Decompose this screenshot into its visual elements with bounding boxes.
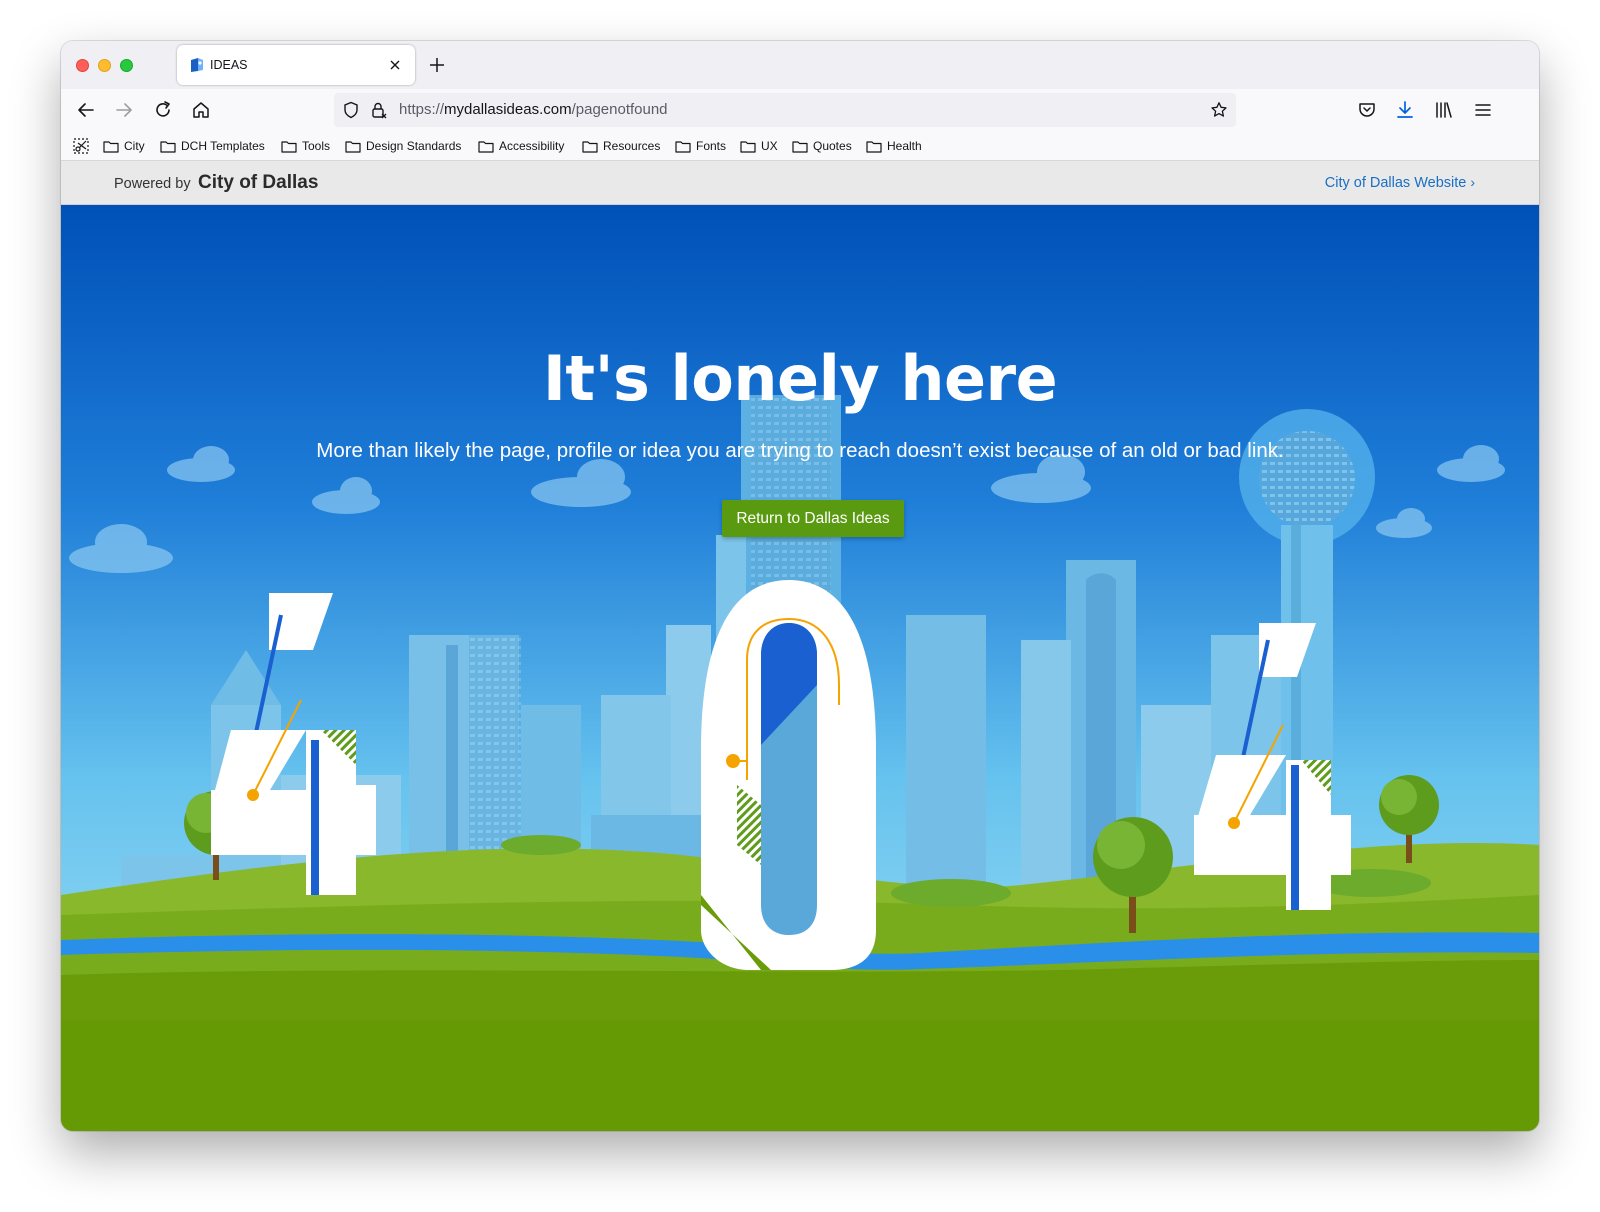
page-subtitle: More than likely the page, profile or id… <box>316 439 1284 462</box>
bookmark-label: Tools <box>302 139 331 153</box>
folder-icon <box>345 140 361 153</box>
bookmark-label: Accessibility <box>499 139 565 153</box>
bookmark-resources[interactable]: Resources <box>582 138 660 154</box>
folder-icon <box>160 140 176 153</box>
close-tab-icon[interactable] <box>385 55 405 75</box>
url-text[interactable]: https://mydallasideas.com/pagenotfound <box>399 101 668 118</box>
tab-active[interactable]: IDEAS <box>177 45 415 85</box>
powered-by: Powered by City of Dallas <box>114 172 318 194</box>
folder-icon <box>740 140 756 153</box>
bookmark-design-standards[interactable]: Design Standards <box>345 138 461 154</box>
new-tab-icon[interactable] <box>427 55 447 75</box>
folder-icon <box>792 140 808 153</box>
site-header: Powered by City of Dallas City of Dallas… <box>61 161 1539 205</box>
url-host: mydallasideas.com <box>444 101 572 118</box>
reload-icon[interactable] <box>152 99 174 121</box>
library-icon[interactable] <box>1433 99 1455 121</box>
folder-icon <box>281 140 297 153</box>
folder-icon <box>582 140 598 153</box>
chevron-right-icon: › <box>1470 174 1475 190</box>
bookmark-quotes[interactable]: Quotes <box>792 138 852 154</box>
tab-title: IDEAS <box>210 58 248 72</box>
minimize-window-button[interactable] <box>98 59 111 72</box>
folder-icon <box>866 140 882 153</box>
bookmark-ux[interactable]: UX <box>740 138 778 154</box>
powered-by-brand: City of Dallas <box>198 172 319 193</box>
ideas-favicon-icon <box>191 58 203 72</box>
tab-strip: IDEAS <box>61 41 1539 89</box>
navigation-toolbar: https://mydallasideas.com/pagenotfound <box>61 89 1539 131</box>
screenshot-icon[interactable] <box>72 137 90 155</box>
bookmark-label: City <box>124 139 145 153</box>
bookmark-label: DCH Templates <box>181 139 265 153</box>
url-scheme: https:// <box>399 101 445 118</box>
zoom-window-button[interactable] <box>120 59 133 72</box>
folder-icon <box>478 140 494 153</box>
bookmark-label: Resources <box>603 139 661 153</box>
download-icon[interactable] <box>1394 99 1416 121</box>
bookmark-city[interactable]: City <box>103 138 145 154</box>
not-found-hero: It's lonely here More than likely the pa… <box>61 205 1539 1131</box>
bookmark-label: Health <box>887 139 922 153</box>
arrow-right-icon[interactable] <box>113 99 135 121</box>
bookmark-tools[interactable]: Tools <box>281 138 330 154</box>
powered-by-prefix: Powered by <box>114 176 191 192</box>
city-of-dallas-website-link[interactable]: City of Dallas Website › <box>1325 174 1475 191</box>
bookmark-label: Quotes <box>813 139 852 153</box>
lock-icon[interactable] <box>370 101 388 119</box>
hamburger-menu-icon[interactable] <box>1472 99 1494 121</box>
bookmark-health[interactable]: Health <box>866 138 922 154</box>
bookmark-label: Design Standards <box>366 139 462 153</box>
url-bar[interactable]: https://mydallasideas.com/pagenotfound <box>334 93 1236 127</box>
bookmark-fonts[interactable]: Fonts <box>675 138 726 154</box>
arrow-left-icon[interactable] <box>75 99 97 121</box>
page-title: It's lonely here <box>542 342 1058 415</box>
home-icon[interactable] <box>190 99 212 121</box>
bookmark-dch-templates[interactable]: DCH Templates <box>160 138 265 154</box>
bookmark-label: UX <box>761 139 778 153</box>
url-path: /pagenotfound <box>571 101 668 118</box>
browser-window: IDEAS https://mydallasideas.com/pagenotf… <box>61 41 1539 1131</box>
bookmark-label: Fonts <box>696 139 727 153</box>
close-window-button[interactable] <box>76 59 89 72</box>
return-to-dallas-ideas-button[interactable]: Return to Dallas Ideas <box>722 500 904 537</box>
pocket-icon[interactable] <box>1356 99 1378 121</box>
bookmark-accessibility[interactable]: Accessibility <box>478 138 564 154</box>
star-icon[interactable] <box>1210 101 1228 119</box>
folder-icon <box>103 140 119 153</box>
bookmarks-toolbar: City DCH Templates Tools Design Standard… <box>61 131 1539 161</box>
shield-icon[interactable] <box>342 101 360 119</box>
folder-icon <box>675 140 691 153</box>
city-link-label: City of Dallas Website <box>1324 175 1467 191</box>
